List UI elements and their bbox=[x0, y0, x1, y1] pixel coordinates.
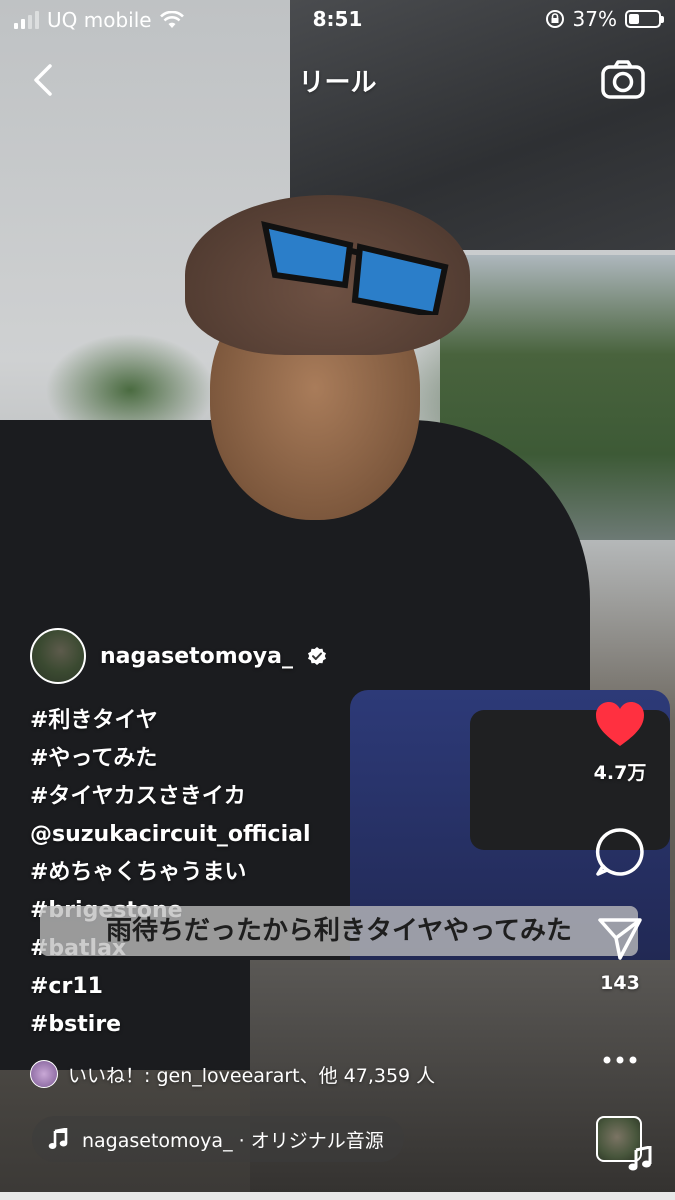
more-icon[interactable] bbox=[600, 1052, 640, 1068]
battery-percent: 37% bbox=[572, 7, 617, 31]
status-bar: UQ mobile 8:51 37% bbox=[0, 0, 675, 40]
post-author[interactable]: nagasetomoya_ bbox=[30, 628, 327, 684]
caption-line[interactable]: #利きタイヤ bbox=[30, 702, 311, 740]
heart-icon[interactable] bbox=[594, 700, 646, 748]
camera-icon[interactable] bbox=[599, 56, 647, 104]
comment-button[interactable] bbox=[580, 826, 660, 882]
comment-icon[interactable] bbox=[594, 826, 646, 878]
caption-line[interactable]: #やってみた bbox=[30, 740, 311, 778]
likes-summary[interactable]: いいね！: gen_loveearart、他 47,359 人 bbox=[30, 1060, 435, 1088]
verified-icon bbox=[307, 647, 326, 665]
caption-line[interactable]: #タイヤカスさきイカ bbox=[30, 778, 311, 816]
caption-line[interactable]: @suzukacircuit_official bbox=[30, 816, 311, 854]
like-button[interactable]: 4.7万 bbox=[580, 700, 660, 785]
username[interactable]: nagasetomoya_ bbox=[100, 644, 293, 669]
post-caption[interactable]: #利きタイヤ #やってみた #タイヤカスさきイカ @suzukacircuit_… bbox=[30, 702, 311, 1044]
home-indicator bbox=[0, 1192, 675, 1200]
music-note-icon bbox=[48, 1128, 68, 1149]
page-title: リール bbox=[298, 68, 377, 98]
avatar[interactable] bbox=[30, 628, 86, 684]
orientation-lock-icon bbox=[545, 10, 564, 28]
caption-line[interactable]: #cr11 bbox=[30, 968, 311, 1006]
music-note-icon bbox=[628, 1146, 652, 1171]
caption-line[interactable]: #めちゃくちゃうまい bbox=[30, 854, 311, 892]
like-count: 4.7万 bbox=[593, 762, 647, 784]
likes-text[interactable]: いいね！: gen_loveearart、他 47,359 人 bbox=[68, 1061, 435, 1088]
caption-line[interactable]: #bstire bbox=[30, 1006, 311, 1044]
share-icon[interactable] bbox=[596, 916, 644, 962]
audio-track[interactable]: nagasetomoya_ · オリジナル音源 bbox=[32, 1116, 404, 1162]
share-button[interactable]: 143 bbox=[580, 916, 660, 994]
battery-icon bbox=[625, 10, 664, 28]
audio-label: nagasetomoya_ · オリジナル音源 bbox=[82, 1129, 384, 1152]
sunglasses-image bbox=[261, 221, 449, 315]
reels-header: リール bbox=[0, 52, 675, 108]
back-icon[interactable] bbox=[26, 60, 66, 100]
share-count: 143 bbox=[600, 972, 640, 994]
liker-avatar bbox=[30, 1060, 58, 1088]
video-subtitle: 雨待ちだったから利きタイヤやってみた bbox=[40, 906, 638, 956]
